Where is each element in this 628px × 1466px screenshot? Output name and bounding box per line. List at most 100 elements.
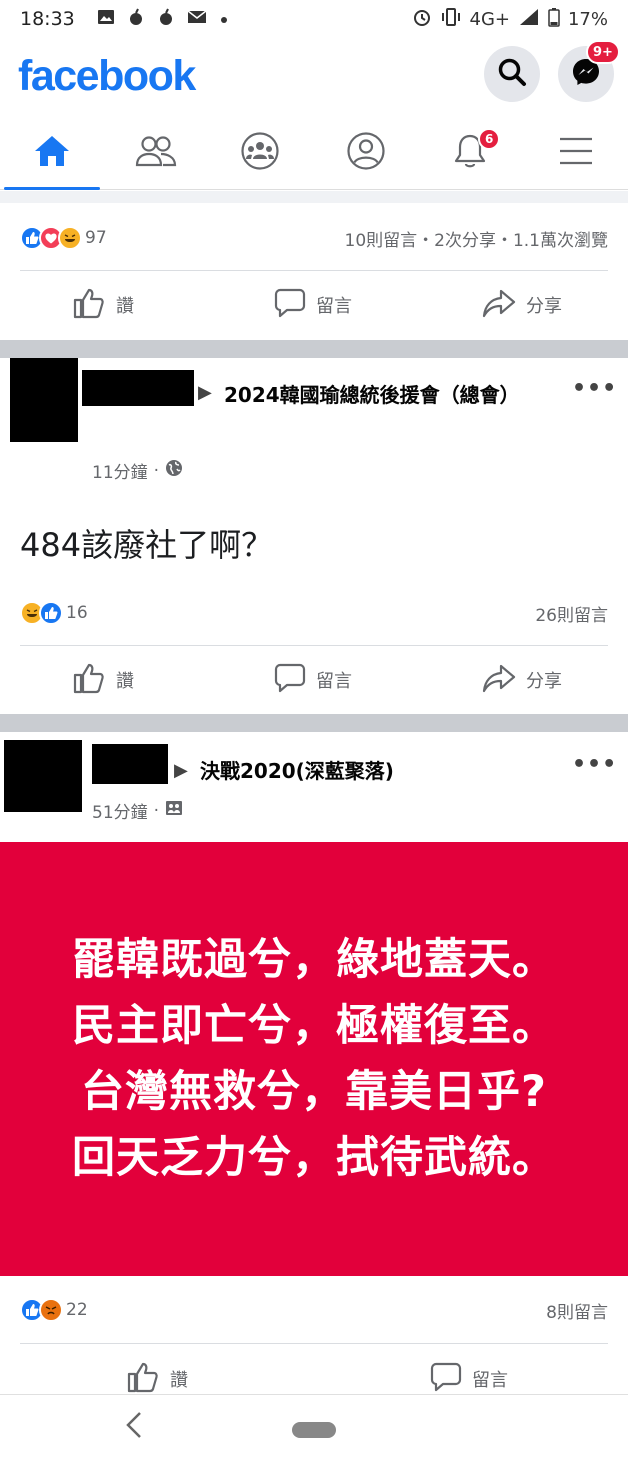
reaction-count: 16 bbox=[66, 603, 88, 623]
vibrate-icon bbox=[440, 7, 462, 32]
comment-bubble-icon bbox=[430, 1361, 462, 1398]
gallery-icon bbox=[97, 8, 115, 30]
post-stats[interactable]: 10則留言・2次分享・1.1萬次瀏覽 bbox=[345, 226, 608, 251]
comment-button[interactable]: 留言 bbox=[274, 647, 352, 713]
dot-icon bbox=[219, 8, 229, 30]
facebook-logo[interactable]: facebook bbox=[18, 52, 196, 101]
app-header: facebook 9+ bbox=[0, 38, 628, 116]
reaction-icons bbox=[20, 1298, 63, 1322]
comment-label: 留言 bbox=[316, 671, 352, 692]
like-button[interactable]: 讚 bbox=[72, 272, 134, 338]
comment-label: 留言 bbox=[472, 1370, 508, 1391]
group-name[interactable]: 2024韓國瑜總統後援會（總會） bbox=[224, 378, 536, 412]
back-chevron-icon[interactable] bbox=[124, 1409, 144, 1449]
image-text-line: 民主即亡兮，極權復至。 bbox=[72, 1001, 556, 1051]
meta-dot: · bbox=[153, 800, 160, 821]
image-text-line: 罷韓既過兮，綠地蓋天。 bbox=[72, 935, 556, 985]
comment-count[interactable]: 26則留言 bbox=[535, 601, 608, 626]
search-button[interactable] bbox=[484, 46, 540, 102]
reaction-count: 22 bbox=[66, 1300, 88, 1320]
share-arrow-icon bbox=[482, 663, 516, 698]
comment-bubble-icon bbox=[274, 662, 306, 699]
avatar[interactable] bbox=[10, 358, 78, 442]
hamburger-menu-icon bbox=[558, 136, 594, 170]
more-options-icon[interactable]: ••• bbox=[572, 752, 617, 777]
prev-post-actions: 讚 留言 分享 bbox=[0, 272, 628, 338]
post-separator bbox=[0, 340, 628, 358]
tab-notifications[interactable]: 6 bbox=[418, 116, 522, 190]
angry-reaction-icon bbox=[39, 1298, 63, 1322]
like-label: 讚 bbox=[170, 1370, 188, 1391]
post1-reactions[interactable]: 16 26則留言 bbox=[0, 583, 628, 643]
share-label: 分享 bbox=[526, 296, 562, 317]
divider bbox=[20, 645, 608, 646]
signal-icon bbox=[518, 8, 540, 31]
like-button[interactable]: 讚 bbox=[72, 647, 134, 713]
share-button[interactable]: 分享 bbox=[482, 647, 562, 713]
mail-icon bbox=[187, 8, 207, 30]
share-label: 分享 bbox=[526, 671, 562, 692]
status-left-icons bbox=[97, 8, 229, 31]
reaction-icons bbox=[20, 226, 82, 250]
image-text-line: 回天乏力兮，拭待武統。 bbox=[72, 1133, 556, 1183]
more-options-icon[interactable]: ••• bbox=[572, 376, 617, 401]
share-button[interactable]: 分享 bbox=[482, 272, 562, 338]
tab-friends[interactable] bbox=[104, 116, 208, 190]
tab-home[interactable] bbox=[0, 116, 104, 190]
fruit-icon bbox=[127, 8, 145, 31]
divider bbox=[20, 270, 608, 271]
author-name-redacted[interactable] bbox=[82, 370, 194, 406]
group-icon bbox=[165, 799, 183, 822]
prev-post-reactions[interactable]: 97 10則留言・2次分享・1.1萬次瀏覽 bbox=[0, 208, 628, 268]
post-time[interactable]: 11分鐘 bbox=[92, 458, 148, 483]
arrow-glyph: ▶ bbox=[198, 382, 212, 403]
profile-icon bbox=[346, 131, 386, 175]
system-nav-bar bbox=[0, 1394, 628, 1466]
arrow-glyph: ▶ bbox=[174, 760, 188, 781]
post1-actions: 讚 留言 分享 bbox=[0, 647, 628, 713]
home-pill-icon[interactable] bbox=[292, 1422, 336, 1438]
post2-reactions[interactable]: 22 8則留言 bbox=[0, 1280, 628, 1340]
post2-header: ▶ 決戰2020(深藍聚落) 51分鐘 · ••• bbox=[0, 732, 628, 838]
status-right-icons: 4G+ 17% bbox=[412, 7, 608, 32]
comment-button[interactable]: 留言 bbox=[274, 272, 352, 338]
like-reaction-icon bbox=[39, 601, 63, 625]
image-text-line: 台灣無救兮，靠美日乎? bbox=[81, 1067, 547, 1117]
search-icon bbox=[497, 57, 527, 91]
share-arrow-icon bbox=[482, 288, 516, 323]
divider bbox=[20, 1343, 608, 1344]
tab-bar: 6 bbox=[0, 116, 628, 190]
comment-bubble-icon bbox=[274, 287, 306, 324]
post-meta: 51分鐘 · bbox=[92, 798, 183, 823]
globe-icon bbox=[165, 459, 183, 482]
status-time: 18:33 bbox=[20, 8, 75, 30]
like-label: 讚 bbox=[116, 671, 134, 692]
tab-profile[interactable] bbox=[314, 116, 418, 190]
status-bar: 18:33 4G+ 17% bbox=[0, 0, 628, 38]
tab-groups[interactable] bbox=[208, 116, 312, 190]
notifications-badge: 6 bbox=[478, 128, 501, 150]
meta-dot: · bbox=[153, 460, 160, 481]
messenger-button[interactable]: 9+ bbox=[558, 40, 620, 102]
thumbs-up-icon bbox=[126, 1361, 160, 1398]
fruit-icon bbox=[157, 8, 175, 31]
battery-percent: 17% bbox=[567, 8, 608, 30]
post-text: 484該廢社了啊？ bbox=[20, 526, 274, 564]
thumbs-up-icon bbox=[72, 662, 106, 699]
tab-menu[interactable] bbox=[524, 116, 628, 190]
thumbs-up-icon bbox=[72, 287, 106, 324]
battery-icon bbox=[548, 7, 560, 32]
comment-count[interactable]: 8則留言 bbox=[546, 1298, 608, 1323]
avatar[interactable] bbox=[4, 740, 82, 812]
feed-spacer bbox=[0, 191, 628, 203]
post-separator bbox=[0, 714, 628, 732]
post-meta: 11分鐘 · bbox=[92, 458, 183, 483]
group-name[interactable]: 決戰2020(深藍聚落) bbox=[200, 754, 394, 788]
haha-reaction-icon bbox=[58, 226, 82, 250]
post-time[interactable]: 51分鐘 bbox=[92, 798, 148, 823]
author-name-redacted[interactable] bbox=[92, 744, 168, 784]
reaction-icons bbox=[20, 601, 63, 625]
network-type: 4G+ bbox=[469, 8, 510, 30]
post-image[interactable]: 罷韓既過兮，綠地蓋天。 民主即亡兮，極權復至。 台灣無救兮，靠美日乎? 回天乏力… bbox=[0, 842, 628, 1276]
home-icon bbox=[33, 134, 71, 172]
